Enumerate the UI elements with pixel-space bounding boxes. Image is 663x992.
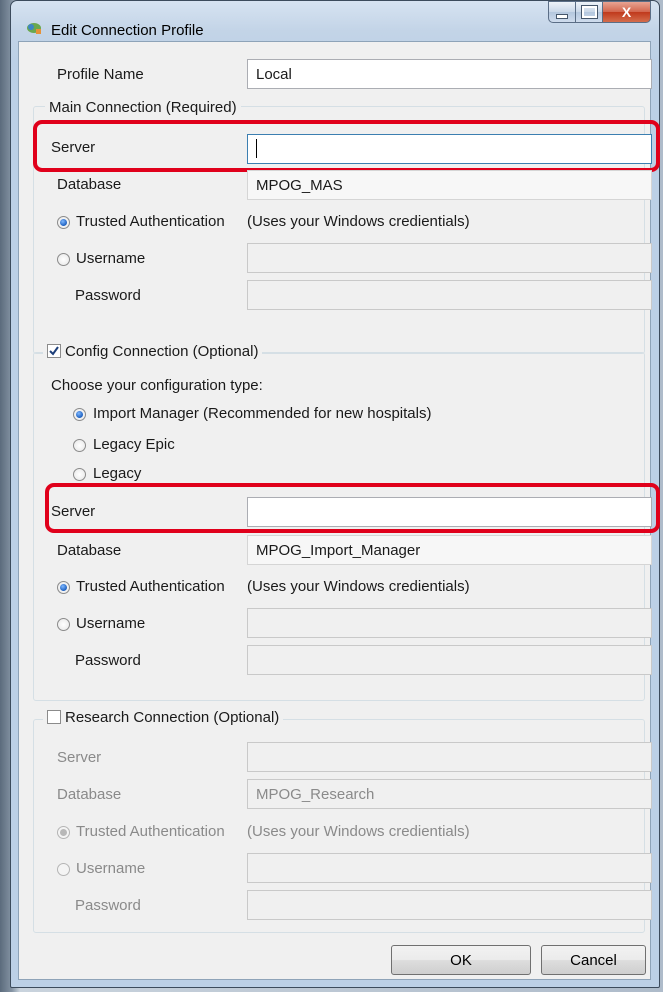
ok-button[interactable]: OK: [391, 945, 531, 975]
research-trusted-auth-label[interactable]: Trusted Authentication: [76, 823, 225, 840]
main-password-input[interactable]: [247, 280, 652, 310]
research-connection-legend-wrap: Research Connection (Optional): [43, 709, 284, 726]
config-trusted-auth-note: (Uses your Windows credientials): [247, 578, 470, 595]
dialog-content: Profile Name Local Main Connection (Requ…: [18, 41, 660, 980]
config-database-input[interactable]: MPOG_Import_Manager: [247, 535, 652, 565]
config-type-legacy-label[interactable]: Legacy: [93, 465, 141, 482]
config-server-highlight: [45, 483, 660, 533]
main-database-input[interactable]: MPOG_MAS: [247, 170, 652, 200]
config-trusted-auth-label[interactable]: Trusted Authentication: [76, 578, 225, 595]
close-button[interactable]: X: [603, 1, 651, 23]
window-title: Edit Connection Profile: [51, 22, 204, 39]
main-username-input[interactable]: [247, 243, 652, 273]
checkmark-icon: [49, 346, 59, 356]
edit-connection-profile-dialog: Edit Connection Profile X Profile Name L…: [10, 0, 660, 988]
research-trusted-auth-radio[interactable]: [57, 826, 70, 839]
cancel-button[interactable]: Cancel: [541, 945, 646, 975]
config-type-prompt: Choose your configuration type:: [51, 377, 263, 394]
connection-profile-icon: [27, 23, 41, 34]
research-username-label[interactable]: Username: [76, 860, 145, 877]
config-username-label[interactable]: Username: [76, 615, 145, 632]
main-server-highlight: [33, 120, 660, 172]
research-database-label: Database: [57, 786, 122, 803]
main-trusted-auth-radio[interactable]: [57, 216, 70, 229]
research-server-input[interactable]: [247, 742, 652, 772]
profile-name-input[interactable]: Local: [247, 59, 652, 89]
main-trusted-auth-note: (Uses your Windows credientials): [247, 213, 470, 230]
config-username-input[interactable]: [247, 608, 652, 638]
config-type-import-manager-radio[interactable]: [73, 408, 86, 421]
research-connection-checkbox[interactable]: [47, 710, 61, 724]
close-icon: X: [621, 4, 632, 20]
main-password-label: Password: [75, 287, 141, 304]
research-username-radio[interactable]: [57, 863, 70, 876]
research-password-label: Password: [75, 897, 141, 914]
config-type-legacy-radio[interactable]: [73, 468, 86, 481]
config-connection-legend-wrap: Config Connection (Optional): [43, 343, 263, 360]
config-trusted-auth-radio[interactable]: [57, 581, 70, 594]
minimize-icon: [556, 13, 568, 19]
maximize-button[interactable]: [576, 1, 603, 23]
config-username-radio[interactable]: [57, 618, 70, 631]
research-connection-legend[interactable]: Research Connection (Optional): [65, 709, 279, 726]
title-bar: Edit Connection Profile X: [11, 1, 659, 41]
research-server-label: Server: [57, 749, 102, 766]
maximize-icon: [580, 5, 598, 19]
main-connection-legend: Main Connection (Required): [45, 99, 241, 116]
config-password-label: Password: [75, 652, 141, 669]
research-database-input[interactable]: MPOG_Research: [247, 779, 652, 809]
profile-name-label: Profile Name: [57, 66, 144, 83]
main-database-label: Database: [57, 176, 122, 193]
config-type-legacy-epic-label[interactable]: Legacy Epic: [93, 436, 175, 453]
main-username-radio[interactable]: [57, 253, 70, 266]
config-type-import-manager-label[interactable]: Import Manager (Recommended for new hosp…: [93, 405, 431, 422]
main-trusted-auth-label[interactable]: Trusted Authentication: [76, 213, 225, 230]
research-username-input[interactable]: [247, 853, 652, 883]
research-trusted-auth-note: (Uses your Windows credientials): [247, 823, 470, 840]
research-password-input[interactable]: [247, 890, 652, 920]
config-type-legacy-epic-radio[interactable]: [73, 439, 86, 452]
minimize-button[interactable]: [548, 1, 576, 23]
config-connection-checkbox[interactable]: [47, 344, 61, 358]
main-username-label[interactable]: Username: [76, 250, 145, 267]
config-connection-legend[interactable]: Config Connection (Optional): [65, 343, 258, 360]
config-password-input[interactable]: [247, 645, 652, 675]
config-database-label: Database: [57, 542, 122, 559]
